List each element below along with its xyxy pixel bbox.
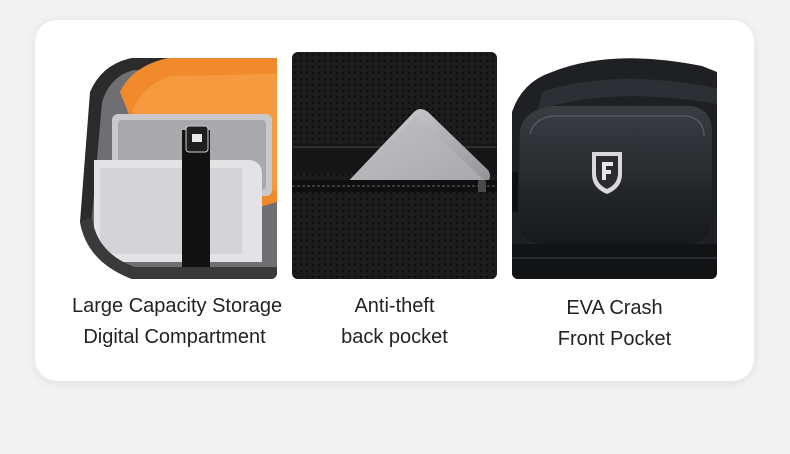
laptop-compartment-icon	[72, 52, 277, 279]
front-pocket-image	[512, 52, 717, 279]
features-card: Large Capacity Storage Digital Compartme…	[35, 20, 754, 381]
caption-line-2: Front Pocket	[557, 328, 672, 350]
front-pocket-shield-icon	[512, 52, 717, 279]
feature-eva-crash: EVA Crash Front Pocket	[512, 52, 717, 355]
caption-line-2: back pocket	[341, 326, 448, 348]
caption-line-1: Large Capacity Storage	[72, 295, 283, 317]
caption-line-1: Anti-theft	[354, 295, 435, 317]
caption-line-1: EVA Crash	[566, 297, 663, 319]
laptop-compartment-image	[72, 52, 277, 279]
feature-caption: EVA Crash Front Pocket	[512, 293, 717, 355]
feature-large-capacity: Large Capacity Storage Digital Compartme…	[72, 52, 283, 353]
back-pocket-image	[292, 52, 497, 279]
feature-caption: Anti-theft back pocket	[292, 291, 497, 353]
feature-caption: Large Capacity Storage Digital Compartme…	[72, 291, 283, 353]
caption-line-2: Digital Compartment	[83, 326, 266, 348]
feature-anti-theft: Anti-theft back pocket	[292, 52, 497, 353]
back-pocket-tablet-icon	[292, 52, 497, 279]
